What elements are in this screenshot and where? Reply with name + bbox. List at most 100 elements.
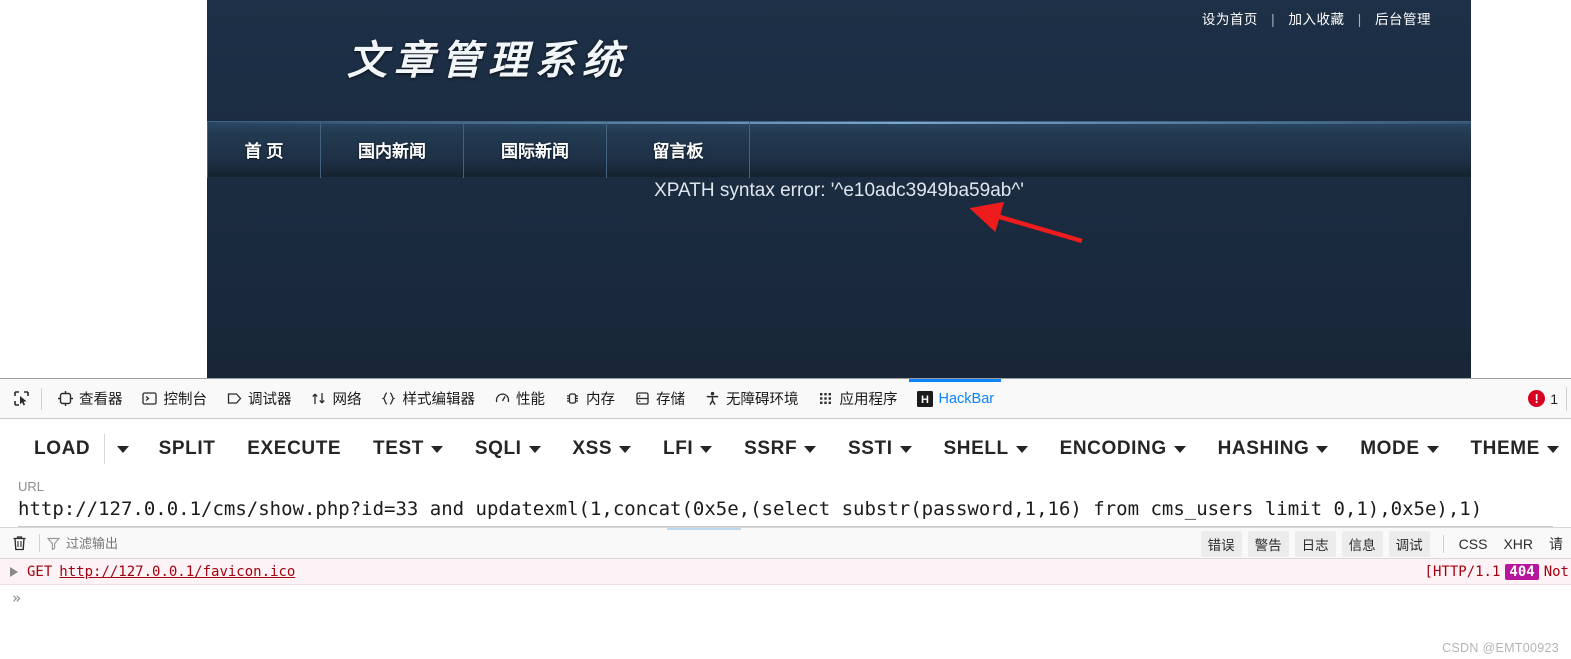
watermark: CSDN @EMT00923: [1442, 641, 1559, 655]
chevron-down-icon: [700, 445, 713, 453]
tab-label: 存储: [656, 392, 685, 408]
response-status: [HTTP/1.1 404 Not: [1425, 559, 1571, 584]
filter-requests-button[interactable]: 请: [1541, 531, 1571, 557]
chevron-down-icon: [899, 445, 912, 453]
accessibility-icon: [703, 390, 721, 408]
set-homepage-link[interactable]: 设为首页: [1202, 12, 1258, 27]
console-filter-buttons: 错误 警告 日志 信息 调试 CSS XHR 请: [1200, 528, 1571, 559]
chevron-down-icon: [116, 445, 129, 453]
hackbar-xss-button[interactable]: XSS: [560, 432, 643, 466]
chevron-down-icon: [1173, 445, 1186, 453]
nav-item-international-news[interactable]: 国际新闻: [464, 121, 607, 178]
chevron-down-icon: [1546, 445, 1559, 453]
console-row[interactable]: GET http://127.0.0.1/favicon.ico [HTTP/1…: [0, 559, 1571, 585]
button-label: TEST: [373, 438, 424, 459]
console-filter-bar: 错误 警告 日志 信息 调试 CSS XHR 请: [0, 527, 1571, 559]
tab-label: 内存: [586, 392, 615, 408]
tab-label: HackBar: [938, 390, 995, 407]
devtools-toolbar: 查看器 控制台 调试器 网络 样式编辑器 性能 内存 存储 无障碍环境 应用程序…: [0, 379, 1571, 419]
hackbar-panel-indicator: [667, 528, 741, 530]
button-label: SQLI: [474, 438, 522, 459]
button-label: HASHING: [1217, 438, 1310, 459]
filter-css-button[interactable]: CSS: [1451, 533, 1496, 555]
filter-debug-button[interactable]: 调试: [1388, 530, 1430, 557]
trash-icon[interactable]: [6, 535, 32, 551]
tab-network[interactable]: 网络: [301, 379, 371, 418]
filter-info-button[interactable]: 信息: [1341, 530, 1383, 557]
tab-application[interactable]: 应用程序: [808, 379, 907, 418]
tab-memory[interactable]: 内存: [554, 379, 624, 418]
hackbar-icon: H: [916, 390, 934, 408]
hackbar-load-dropdown-button[interactable]: [107, 440, 139, 459]
tab-label: 调试器: [248, 392, 292, 408]
tab-console[interactable]: 控制台: [132, 379, 217, 418]
tab-label: 控制台: [163, 392, 208, 408]
devtools-toolbar-right: ! 1: [1528, 379, 1571, 418]
filter-xhr-button[interactable]: XHR: [1495, 533, 1541, 555]
storage-icon: [633, 390, 651, 408]
network-icon: [310, 390, 328, 408]
nav-item-home[interactable]: 首 页: [207, 121, 321, 178]
hackbar-lfi-button[interactable]: LFI: [651, 432, 724, 466]
hackbar-hashing-button[interactable]: HASHING: [1206, 432, 1341, 466]
link-separator: |: [1357, 12, 1362, 27]
element-picker-icon[interactable]: [6, 385, 36, 413]
button-label: MODE: [1360, 438, 1420, 459]
toolbar-divider: [41, 387, 42, 410]
hackbar-sqli-button[interactable]: SQLI: [463, 432, 553, 466]
tab-label: 应用程序: [839, 392, 898, 408]
status-prefix: [HTTP/1.1: [1424, 563, 1501, 580]
hackbar-shell-button[interactable]: SHELL: [931, 432, 1039, 466]
hackbar-toolbar: LOAD SPLIT EXECUTE TEST SQLI XSS LFI SSR…: [0, 419, 1571, 479]
hackbar-mode-button[interactable]: MODE: [1348, 432, 1450, 466]
tab-debugger[interactable]: 调试器: [216, 379, 301, 418]
site-logo: 文章管理系统: [347, 37, 629, 84]
button-label: SSRF: [744, 438, 798, 459]
nav-item-domestic-news[interactable]: 国内新闻: [321, 121, 464, 178]
tab-accessibility[interactable]: 无障碍环境: [694, 379, 808, 418]
add-favorite-link[interactable]: 加入收藏: [1288, 12, 1344, 27]
error-exclamation-icon: !: [1528, 390, 1546, 407]
request-url-link[interactable]: http://127.0.0.1/favicon.ico: [59, 564, 295, 580]
hackbar-encoding-button[interactable]: ENCODING: [1048, 432, 1198, 466]
hackbar-theme-button[interactable]: THEME: [1458, 432, 1571, 466]
button-label: XSS: [572, 438, 613, 459]
tab-label: 性能: [516, 392, 545, 408]
tab-hackbar[interactable]: H HackBar: [907, 379, 1004, 418]
hackbar-url-section: URL: [0, 479, 1571, 526]
expand-triangle-icon[interactable]: [10, 566, 18, 577]
url-input[interactable]: [18, 496, 1563, 526]
tab-performance[interactable]: 性能: [484, 379, 554, 418]
hackbar-execute-button[interactable]: EXECUTE: [235, 432, 353, 466]
xpath-error-message: XPATH syntax error: '^e10adc3949ba59ab^': [654, 180, 1024, 201]
button-label: SHELL: [943, 438, 1009, 459]
tab-style-editor[interactable]: 样式编辑器: [371, 379, 485, 418]
hackbar-ssrf-button[interactable]: SSRF: [732, 432, 828, 466]
cms-website: 设为首页 | 加入收藏 | 后台管理 文章管理系统 首 页 国内新闻 国际新闻 …: [207, 0, 1471, 378]
request-method: GET: [27, 563, 53, 580]
console-filter-input[interactable]: [66, 535, 326, 551]
style-editor-icon: [380, 390, 398, 408]
hackbar-ssti-button[interactable]: SSTI: [836, 432, 924, 466]
nav-item-message-board[interactable]: 留言板: [607, 121, 750, 178]
filter-errors-button[interactable]: 错误: [1200, 530, 1242, 557]
tab-label: 样式编辑器: [402, 392, 476, 408]
hackbar-load-button[interactable]: LOAD: [22, 432, 102, 466]
top-links: 设为首页 | 加入收藏 | 后台管理: [1202, 8, 1431, 28]
annotation-arrow-icon: [969, 201, 1083, 244]
filter-logs-button[interactable]: 日志: [1294, 530, 1336, 557]
filter-warnings-button[interactable]: 警告: [1247, 530, 1289, 557]
filter-divider: [39, 534, 40, 552]
admin-panel-link[interactable]: 后台管理: [1375, 12, 1431, 27]
tab-label: 查看器: [79, 392, 123, 408]
debugger-icon: [225, 390, 243, 408]
error-count-badge[interactable]: ! 1: [1528, 390, 1558, 407]
performance-icon: [493, 390, 511, 408]
hackbar-test-button[interactable]: TEST: [361, 432, 455, 466]
hackbar-split-button[interactable]: SPLIT: [147, 432, 228, 466]
tab-storage[interactable]: 存储: [624, 379, 694, 418]
error-count: 1: [1550, 390, 1558, 407]
tab-inspector[interactable]: 查看器: [47, 379, 132, 418]
console-input-prompt[interactable]: »: [0, 585, 1571, 611]
button-label: ENCODING: [1059, 438, 1167, 459]
